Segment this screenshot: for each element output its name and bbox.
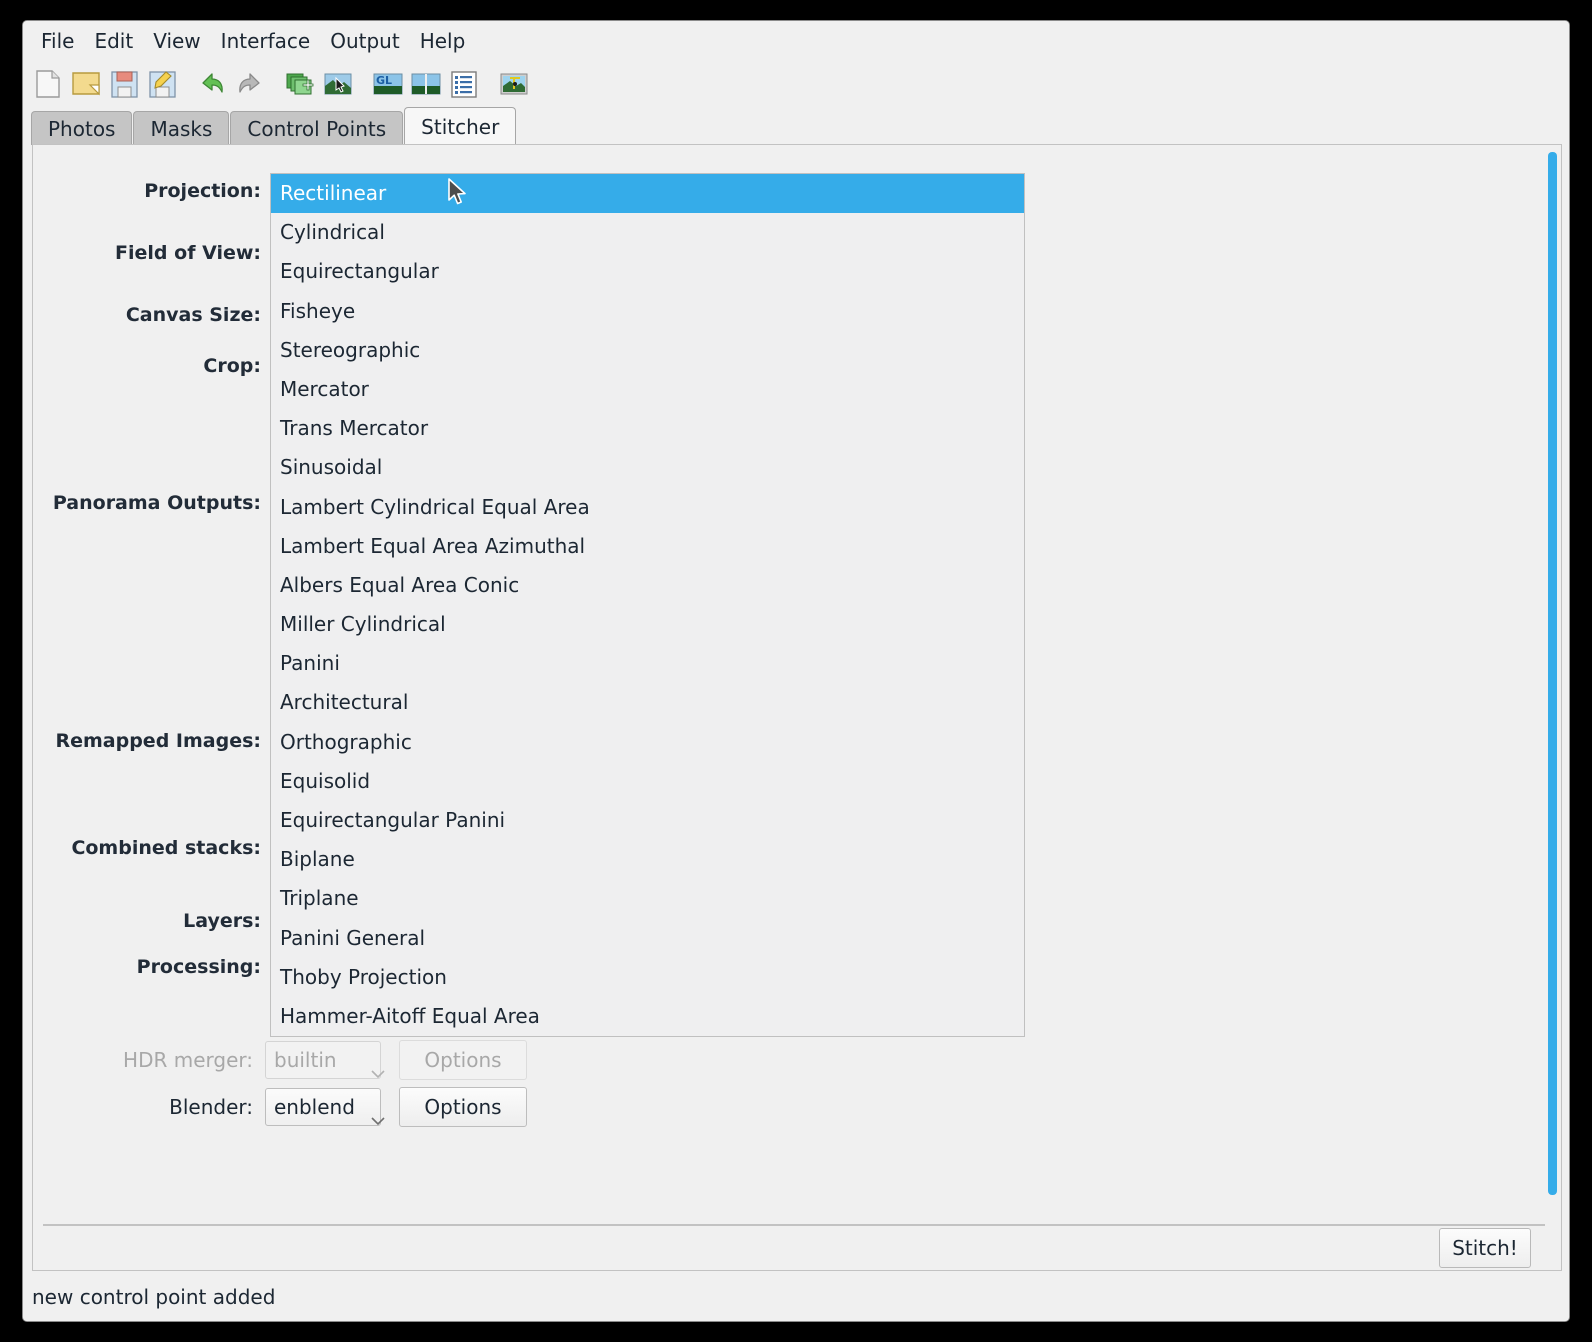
dropdown-option-cylindrical[interactable]: Cylindrical: [271, 213, 1024, 252]
hdr-merger-options-button[interactable]: Options: [399, 1040, 527, 1080]
label-crop: Crop:: [203, 355, 261, 377]
tab-masks[interactable]: Masks: [133, 111, 230, 145]
dropdown-option-mercator[interactable]: Mercator: [271, 370, 1024, 409]
label-field-of-view: Field of View:: [115, 242, 261, 264]
hugin-main-window: File Edit View Interface Output Help GL …: [22, 20, 1570, 1322]
dropdown-option-trans-mercator[interactable]: Trans Mercator: [271, 409, 1024, 448]
dropdown-option-architectural[interactable]: Architectural: [271, 683, 1024, 722]
add-images-icon[interactable]: [283, 67, 317, 101]
blender-options-button[interactable]: Options: [399, 1087, 527, 1127]
dropdown-option-albers-equal-area-conic[interactable]: Albers Equal Area Conic: [271, 566, 1024, 605]
vertical-scrollbar[interactable]: [1545, 147, 1559, 1268]
blender-select[interactable]: enblend: [265, 1088, 385, 1126]
identify-icon[interactable]: [497, 67, 531, 101]
dropdown-option-lambert-equal-area-azimuthal[interactable]: Lambert Equal Area Azimuthal: [271, 527, 1024, 566]
stitcher-panel: Projection: Field of View: Canvas Size: …: [32, 144, 1562, 1271]
tab-photos[interactable]: Photos: [31, 111, 133, 145]
dropdown-option-hammer-aitoff-equal-area[interactable]: Hammer-Aitoff Equal Area: [271, 997, 1024, 1036]
status-bar: new control point added: [23, 1273, 1569, 1321]
tab-stitcher[interactable]: Stitcher: [404, 107, 517, 145]
menu-edit[interactable]: Edit: [84, 26, 143, 56]
redo-icon[interactable]: [233, 67, 267, 101]
scrollbar-thumb[interactable]: [1548, 152, 1557, 1195]
dropdown-option-thoby-projection[interactable]: Thoby Projection: [271, 958, 1024, 997]
dropdown-option-equirectangular[interactable]: Equirectangular: [271, 252, 1024, 291]
dropdown-option-equisolid[interactable]: Equisolid: [271, 762, 1024, 801]
dropdown-option-triplane[interactable]: Triplane: [271, 879, 1024, 918]
menu-output[interactable]: Output: [320, 26, 409, 56]
label-projection: Projection:: [144, 180, 261, 202]
menu-bar: File Edit View Interface Output Help: [23, 21, 1569, 61]
remove-points-icon[interactable]: [321, 67, 355, 101]
menu-file[interactable]: File: [31, 26, 84, 56]
label-canvas-size: Canvas Size:: [125, 304, 261, 326]
dropdown-option-miller-cylindrical[interactable]: Miller Cylindrical: [271, 605, 1024, 644]
preview-gl-icon[interactable]: GL: [371, 67, 405, 101]
hdr-merger-value: builtin: [274, 1048, 337, 1072]
label-combined-stacks: Combined stacks:: [71, 837, 261, 859]
dropdown-option-panini-general[interactable]: Panini General: [271, 919, 1024, 958]
stitch-button[interactable]: Stitch!: [1439, 1228, 1531, 1268]
menu-interface[interactable]: Interface: [211, 26, 321, 56]
dropdown-option-stereographic[interactable]: Stereographic: [271, 331, 1024, 370]
label-layers: Layers:: [183, 910, 261, 932]
open-project-icon[interactable]: [69, 67, 103, 101]
label-processing: Processing:: [136, 956, 261, 978]
tool-bar: GL: [23, 61, 1569, 107]
hdr-merger-select[interactable]: builtin: [265, 1041, 385, 1079]
blender-label: Blender:: [169, 1095, 253, 1119]
dropdown-option-orthographic[interactable]: Orthographic: [271, 723, 1024, 762]
dropdown-option-sinusoidal[interactable]: Sinusoidal: [271, 448, 1024, 487]
hdr-merger-row: HDR merger: builtin Options: [113, 1040, 527, 1080]
dropdown-option-lambert-cylindrical-equal-area[interactable]: Lambert Cylindrical Equal Area: [271, 488, 1024, 527]
menu-view[interactable]: View: [143, 26, 210, 56]
dropdown-option-biplane[interactable]: Biplane: [271, 840, 1024, 879]
blender-value: enblend: [274, 1095, 355, 1119]
dropdown-option-panini[interactable]: Panini: [271, 644, 1024, 683]
blender-row: Blender: enblend Options: [113, 1087, 527, 1127]
svg-text:GL: GL: [376, 74, 392, 87]
save-project-as-icon[interactable]: [145, 67, 179, 101]
tab-control-points[interactable]: Control Points: [230, 111, 404, 145]
panel-divider: [43, 1224, 1553, 1226]
new-project-icon[interactable]: [31, 67, 65, 101]
dropdown-option-equirectangular-panini[interactable]: Equirectangular Panini: [271, 801, 1024, 840]
dropdown-option-rectilinear[interactable]: Rectilinear: [271, 174, 1024, 214]
menu-help[interactable]: Help: [410, 26, 476, 56]
show-control-points-icon[interactable]: [447, 67, 481, 101]
save-project-icon[interactable]: [107, 67, 141, 101]
label-panorama-outputs: Panorama Outputs:: [52, 492, 261, 514]
projection-dropdown-list[interactable]: Rectilinear Cylindrical Equirectangular …: [270, 173, 1025, 1038]
undo-icon[interactable]: [195, 67, 229, 101]
preview-panorama-icon[interactable]: [409, 67, 443, 101]
label-remapped-images: Remapped Images:: [55, 730, 261, 752]
hdr-merger-label: HDR merger:: [123, 1048, 253, 1072]
tab-bar: Photos Masks Control Points Stitcher: [31, 107, 517, 145]
status-message: new control point added: [32, 1285, 276, 1309]
dropdown-option-fisheye[interactable]: Fisheye: [271, 292, 1024, 331]
